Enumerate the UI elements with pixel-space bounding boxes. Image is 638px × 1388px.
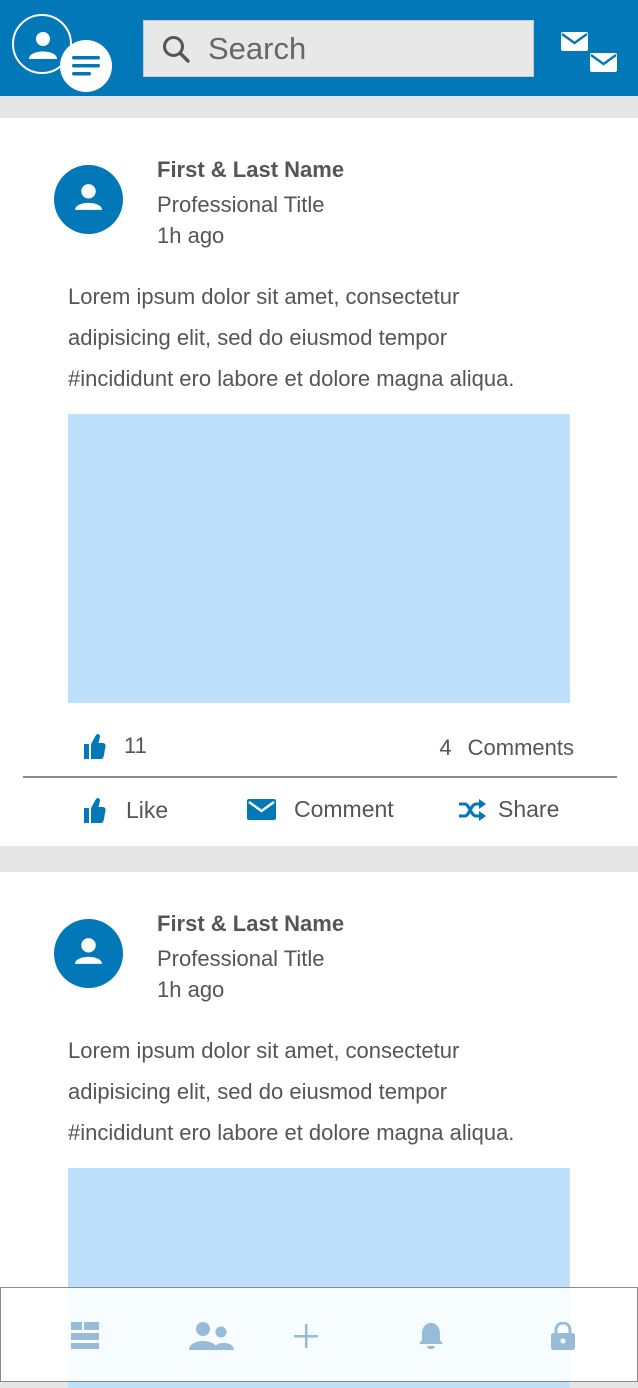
author-title: Professional Title [157, 192, 325, 217]
nav-notifications[interactable] [406, 1288, 456, 1383]
nav-new-post[interactable] [281, 1288, 331, 1383]
like-label: Like [126, 796, 169, 823]
post-text-line: #incididunt ero labore et dolore magna a… [68, 1120, 515, 1145]
profile-menu-button[interactable] [12, 14, 112, 92]
like-count-stat[interactable]: 11 [82, 732, 147, 760]
post-text: Lorem ipsum dolor sit amet, consectetur … [68, 1030, 608, 1153]
share-label: Share [498, 796, 560, 822]
top-bar [0, 0, 638, 96]
shuffle-icon [459, 798, 486, 821]
post-image[interactable] [68, 414, 570, 703]
post-text-line: Lorem ipsum dolor sit amet, consectetur [68, 1038, 460, 1063]
comment-button[interactable]: Comment [247, 796, 394, 823]
messages-button[interactable] [560, 30, 620, 76]
like-button[interactable]: Like [82, 796, 168, 824]
nav-feed[interactable] [57, 1288, 113, 1383]
post-text-line: adipisicing elit, sed do eiusmod tempor [68, 325, 448, 350]
post-text: Lorem ipsum dolor sit amet, consectetur … [68, 276, 608, 399]
comment-count-stat[interactable]: 4 Comments [439, 735, 574, 761]
nav-network[interactable] [181, 1288, 241, 1383]
search-input[interactable] [206, 27, 510, 70]
author-name[interactable]: First & Last Name [157, 157, 344, 183]
divider [23, 776, 617, 778]
person-icon [75, 938, 102, 964]
bottom-navigation [0, 1287, 638, 1382]
menu-lines-icon [72, 56, 100, 76]
lock-icon [551, 1321, 575, 1350]
plus-icon [294, 1323, 318, 1348]
nav-lock[interactable] [536, 1288, 590, 1383]
people-icon [189, 1321, 234, 1350]
thumbs-up-icon [84, 733, 106, 759]
comment-label: Comment [294, 796, 394, 822]
envelope-icon [247, 799, 276, 820]
thumbs-up-icon [84, 797, 106, 823]
comment-count-label: Comments [467, 735, 574, 760]
envelopes-icon [561, 32, 617, 72]
like-count: 11 [124, 733, 147, 758]
comment-count: 4 [439, 735, 452, 760]
post-text-line: Lorem ipsum dolor sit amet, consectetur [68, 284, 460, 309]
person-icon [29, 32, 57, 59]
search-bar[interactable] [143, 20, 534, 77]
bell-icon [419, 1322, 443, 1349]
author-avatar[interactable] [54, 919, 123, 988]
share-button[interactable]: Share [458, 796, 559, 823]
author-name[interactable]: First & Last Name [157, 911, 344, 937]
post-timestamp: 1h ago [157, 977, 225, 1002]
feed-icon [71, 1322, 99, 1349]
search-icon [163, 35, 190, 63]
post-text-line: adipisicing elit, sed do eiusmod tempor [68, 1079, 448, 1104]
post-timestamp: 1h ago [157, 223, 225, 248]
post-card: First & Last Name Professional Title 1h … [0, 118, 638, 846]
author-title: Professional Title [157, 946, 325, 971]
person-icon [75, 184, 102, 210]
author-avatar[interactable] [54, 165, 123, 234]
menu-button[interactable] [60, 40, 112, 92]
post-text-line: #incididunt ero labore et dolore magna a… [68, 366, 515, 391]
